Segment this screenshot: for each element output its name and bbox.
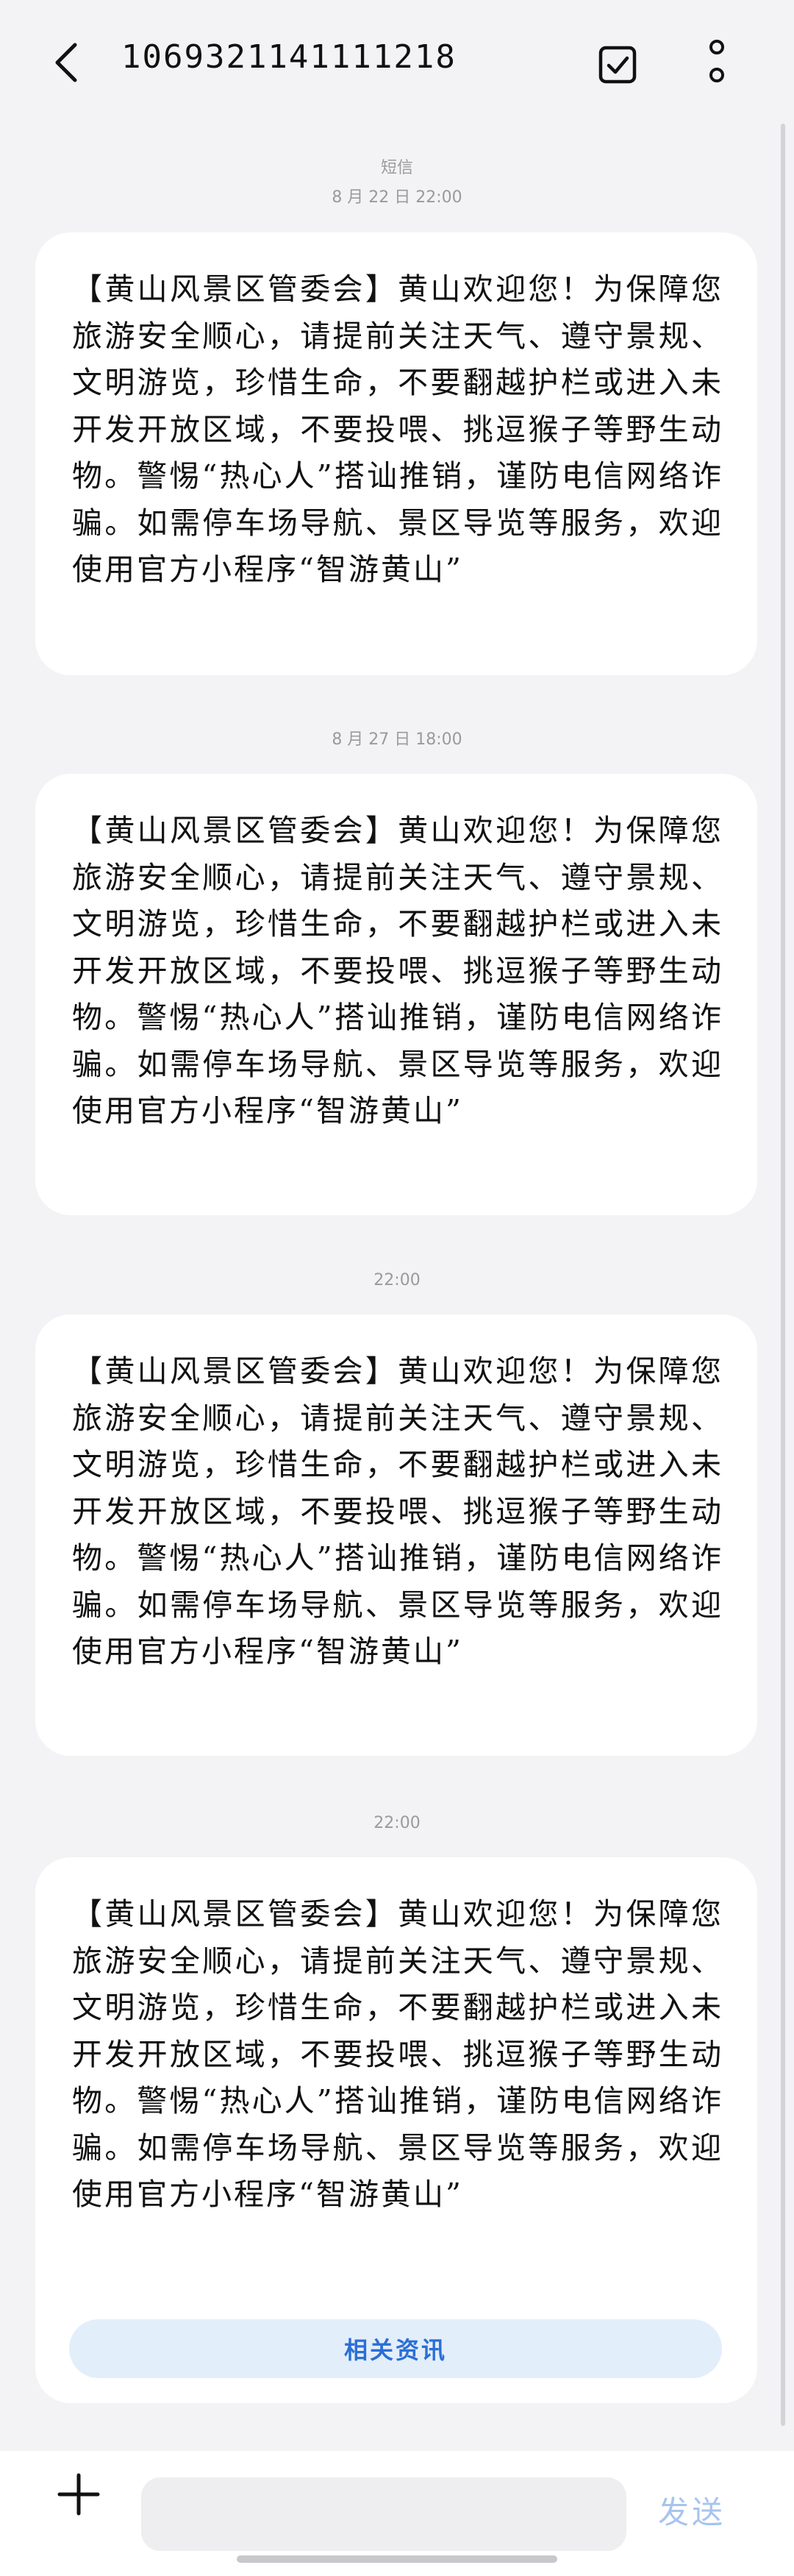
add-attachment-button[interactable] xyxy=(53,2469,104,2520)
message-text: 【黄山风景区管委会】黄山欢迎您！为保障您旅游安全顺心，请提前关注天气、遵守景规、… xyxy=(72,1353,723,1669)
message-input[interactable] xyxy=(141,2477,626,2551)
message-text: 【黄山风景区管委会】黄山欢迎您！为保障您旅游安全顺心，请提前关注天气、遵守景规、… xyxy=(72,813,723,1128)
message-timestamp: 8 月 27 日 18:00 xyxy=(332,730,462,749)
channel-label: 短信 xyxy=(380,159,413,177)
plus-icon xyxy=(57,2473,100,2516)
home-indicator[interactable] xyxy=(237,2555,557,2563)
message-bubble[interactable]: 【黄山风景区管委会】黄山欢迎您！为保障您旅游安全顺心，请提前关注天气、遵守景规、… xyxy=(35,232,757,675)
message-text: 【黄山风景区管委会】黄山欢迎您！为保障您旅游安全顺心，请提前关注天气、遵守景规、… xyxy=(72,1896,723,2212)
related-info-button[interactable]: 相关资讯 xyxy=(69,2319,722,2378)
send-button[interactable]: 发送 xyxy=(658,2488,726,2533)
chevron-left-icon xyxy=(55,43,77,82)
more-options-button[interactable] xyxy=(687,29,746,96)
message-bubble[interactable]: 【黄山风景区管委会】黄山欢迎您！为保障您旅游安全顺心，请提前关注天气、遵守景规、… xyxy=(35,1857,757,2403)
message-bubble[interactable]: 【黄山风景区管委会】黄山欢迎您！为保障您旅游安全顺心，请提前关注天气、遵守景规、… xyxy=(35,774,757,1215)
back-button[interactable] xyxy=(37,29,96,96)
conversation-title: 1069321141111218 xyxy=(121,38,457,76)
message-text: 【黄山风景区管委会】黄山欢迎您！为保障您旅游安全顺心，请提前关注天气、遵守景规、… xyxy=(72,271,723,587)
message-timestamp: 8 月 22 日 22:00 xyxy=(332,188,462,207)
select-messages-button[interactable] xyxy=(588,35,647,94)
message-timestamp: 22:00 xyxy=(373,1814,421,1832)
message-bubble[interactable]: 【黄山风景区管委会】黄山欢迎您！为保障您旅游安全顺心，请提前关注天气、遵守景规、… xyxy=(35,1314,757,1756)
more-vertical-icon xyxy=(709,40,724,82)
checkbox-icon xyxy=(598,46,637,84)
app-header: 1069321141111218 xyxy=(0,0,794,124)
message-timestamp: 22:00 xyxy=(373,1271,421,1289)
